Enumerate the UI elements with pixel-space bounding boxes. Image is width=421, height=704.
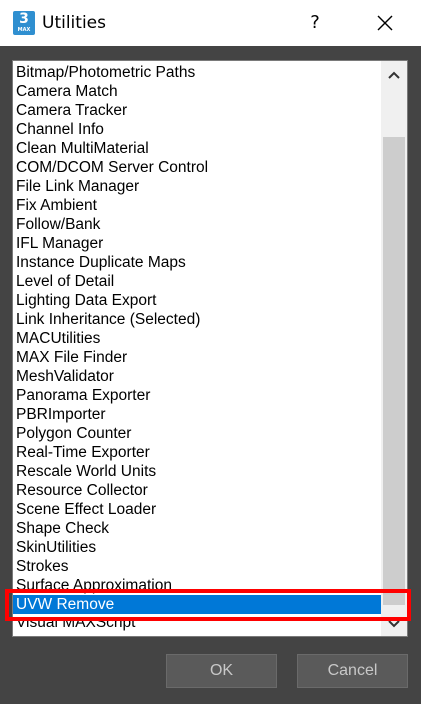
list-item[interactable]: MAX File Finder [13,348,381,367]
scroll-thumb[interactable] [383,137,405,605]
app-icon: 3 MAX [13,11,35,35]
ok-button[interactable]: OK [166,654,277,688]
cancel-button[interactable]: Cancel [297,654,408,688]
title-bar: 3 MAX Utilities ? [0,0,421,46]
chevron-up-icon [388,71,400,79]
utilities-listbox[interactable]: Bitmap/Photometric Paths Camera Match Came… [12,60,408,637]
list-item[interactable]: Surface Approximation [13,576,381,595]
list-item[interactable]: Follow/Bank [13,215,381,234]
window-title: Utilities [42,13,106,33]
list-item[interactable]: Clean MultiMaterial [13,139,381,158]
list-item[interactable]: SkinUtilities [13,538,381,557]
list-item[interactable]: PBRImporter [13,405,381,424]
list-overflow: Visual MAXScript [13,619,381,636]
utilities-dialog: 3 MAX Utilities ? Bitmap/Photometric Pat… [0,0,421,704]
list-item[interactable]: Channel Info [13,120,381,139]
utilities-list: Bitmap/Photometric Paths Camera Match Came… [13,63,381,614]
list-item-selected[interactable]: UVW Remove [13,595,381,614]
close-button[interactable] [368,8,402,38]
list-item[interactable]: COM/DCOM Server Control [13,158,381,177]
scroll-down-button[interactable] [381,610,407,636]
list-item[interactable]: Visual MAXScript [13,619,381,632]
list-item[interactable]: Camera Tracker [13,101,381,120]
list-item[interactable]: Bitmap/Photometric Paths [13,63,381,82]
list-item[interactable]: Resource Collector [13,481,381,500]
list-item[interactable]: Link Inheritance (Selected) [13,310,381,329]
app-icon-text: MAX [17,27,31,33]
list-item[interactable]: Camera Match [13,82,381,101]
list-item[interactable]: Polygon Counter [13,424,381,443]
scrollbar[interactable] [381,61,407,636]
scroll-up-button[interactable] [381,63,407,89]
list-item[interactable]: Lighting Data Export [13,291,381,310]
list-item[interactable]: IFL Manager [13,234,381,253]
help-button[interactable]: ? [300,8,330,38]
list-item[interactable]: Scene Effect Loader [13,500,381,519]
list-item[interactable]: Instance Duplicate Maps [13,253,381,272]
list-item[interactable]: File Link Manager [13,177,381,196]
list-item[interactable]: Level of Detail [13,272,381,291]
list-item[interactable]: Fix Ambient [13,196,381,215]
chevron-down-icon [388,620,400,628]
close-icon [377,15,393,31]
list-item[interactable]: MACUtilities [13,329,381,348]
app-icon-number: 3 [19,11,29,27]
list-item[interactable]: Shape Check [13,519,381,538]
list-item[interactable]: Strokes [13,557,381,576]
list-item[interactable]: MeshValidator [13,367,381,386]
list-item[interactable]: Panorama Exporter [13,386,381,405]
list-item[interactable]: Real-Time Exporter [13,443,381,462]
list-item[interactable]: Rescale World Units [13,462,381,481]
